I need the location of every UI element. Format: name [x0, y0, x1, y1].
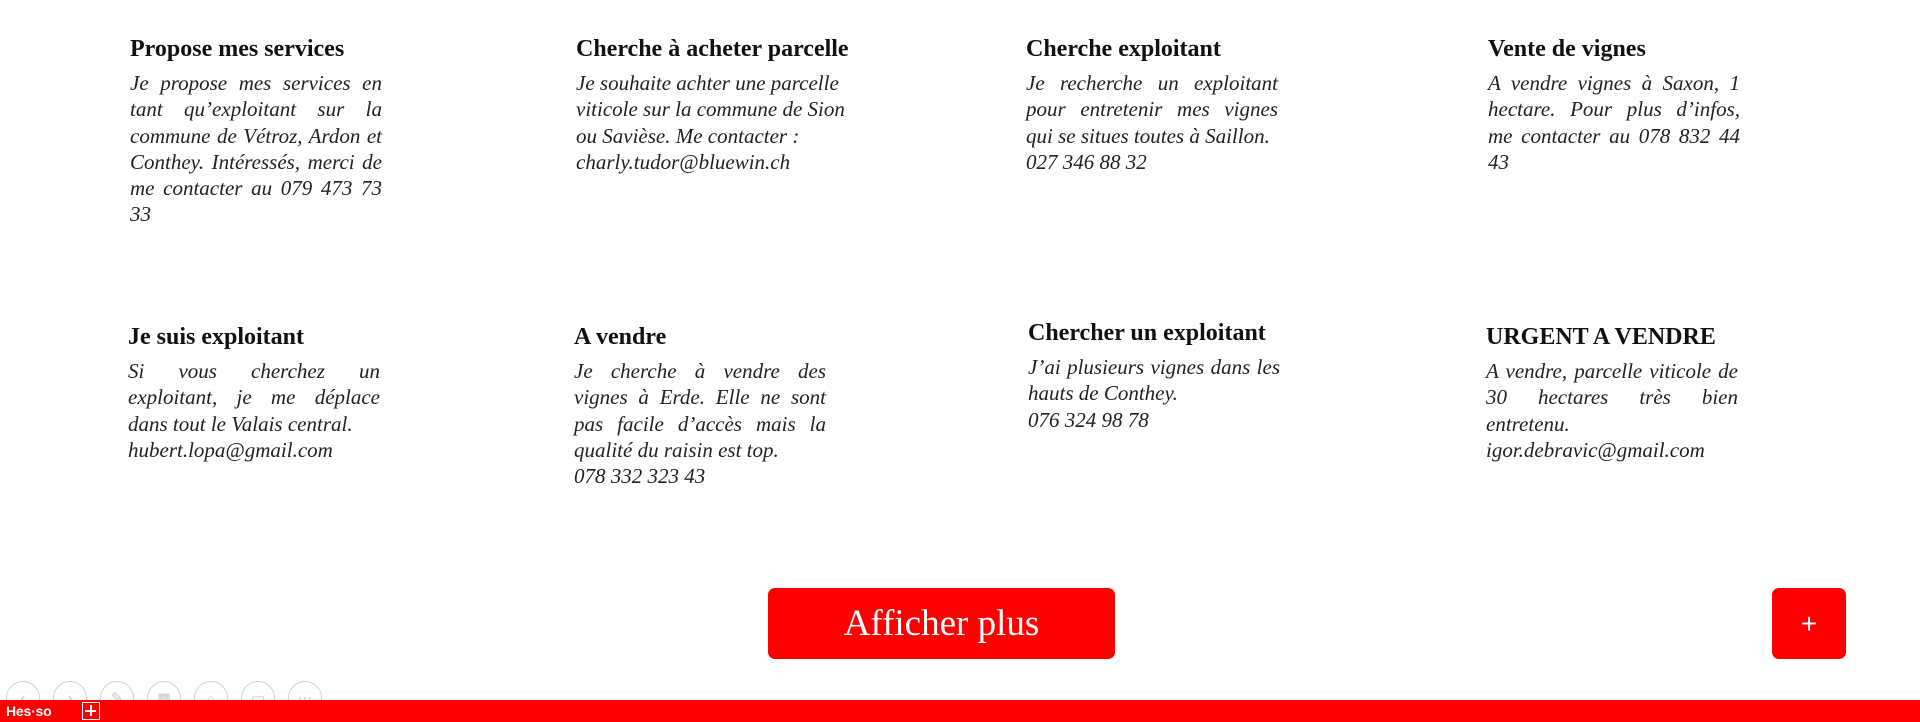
listing-card-vineyard-sale: Vente de vignes A vendre vignes à Saxon,…: [1488, 34, 1740, 175]
listing-text: Si vous cherchez un exploitant, je me dé…: [128, 359, 380, 436]
listing-card-search-operator: Cherche exploitant Je recherche un explo…: [1026, 34, 1278, 175]
footer-bar: [0, 700, 1920, 722]
listing-body: Je recherche un exploitant pour entreten…: [1026, 70, 1278, 175]
listing-card-for-sale: A vendre Je cherche à vendre des vignes …: [574, 322, 826, 489]
add-listing-button[interactable]: +: [1772, 588, 1846, 659]
listing-card-buy-parcel: Cherche à acheter parcelle Je souhaite a…: [576, 34, 866, 175]
listing-phone: 076 324 98 78: [1028, 407, 1149, 432]
listing-text: Je propose mes services en tant qu’explo…: [130, 71, 382, 227]
listing-body: Je cherche à vendre des vignes à Erde. E…: [574, 358, 826, 489]
listing-title: Chercher un exploitant: [1028, 320, 1266, 346]
hes-so-logo: Hes·so: [6, 703, 52, 719]
listing-text: Je recherche un exploitant pour entreten…: [1026, 71, 1278, 148]
listing-phone: 027 346 88 32: [1026, 149, 1147, 174]
listing-title: Cherche exploitant: [1026, 36, 1221, 62]
listing-body: Je propose mes services en tant qu’explo…: [130, 70, 382, 228]
listing-body: Si vous cherchez un exploitant, je me dé…: [128, 358, 380, 463]
listing-body: A vendre, parcelle viticole de 30 hectar…: [1486, 358, 1738, 463]
listing-card-i-am-operator: Je suis exploitant Si vous cherchez un e…: [128, 322, 380, 463]
swiss-cross-icon: [82, 702, 100, 720]
listing-email: charly.tudor@bluewin.ch: [576, 149, 791, 174]
listing-email: hubert.lopa@gmail.com: [128, 437, 333, 462]
listing-phone: 078 332 323 43: [574, 464, 706, 489]
listing-body: J’ai plusieurs vignes dans les hauts de …: [1028, 354, 1280, 433]
listing-title: Propose mes services: [130, 36, 345, 62]
listing-text: Je cherche à vendre des vignes à Erde. E…: [574, 359, 826, 462]
listing-title: URGENT A VENDRE: [1486, 324, 1716, 350]
listing-title: Cherche à acheter parcelle: [576, 36, 849, 62]
listing-card-propose-services: Propose mes services Je propose mes serv…: [130, 34, 382, 228]
listing-card-urgent-sale: URGENT A VENDRE A vendre, parcelle vitic…: [1486, 322, 1738, 463]
listing-text: J’ai plusieurs vignes dans les hauts de …: [1028, 355, 1280, 406]
listing-card-find-operator: Chercher un exploitant J’ai plusieurs vi…: [1028, 318, 1280, 433]
listing-body: Je souhaite achter une parcelle viticole…: [576, 70, 866, 175]
listing-title: Vente de vignes: [1488, 36, 1646, 62]
listing-email: igor.debravic@gmail.com: [1486, 437, 1705, 462]
show-more-button[interactable]: Afficher plus: [768, 588, 1115, 659]
listing-title: A vendre: [574, 324, 667, 350]
listing-title: Je suis exploitant: [128, 324, 305, 350]
listing-text: A vendre, parcelle viticole de 30 hectar…: [1486, 359, 1738, 436]
listing-text: Je souhaite achter une parcelle viticole…: [576, 71, 845, 148]
listing-body: A vendre vignes à Saxon, 1 hectare. Pour…: [1488, 70, 1740, 175]
listing-text: A vendre vignes à Saxon, 1 hectare. Pour…: [1488, 71, 1740, 174]
